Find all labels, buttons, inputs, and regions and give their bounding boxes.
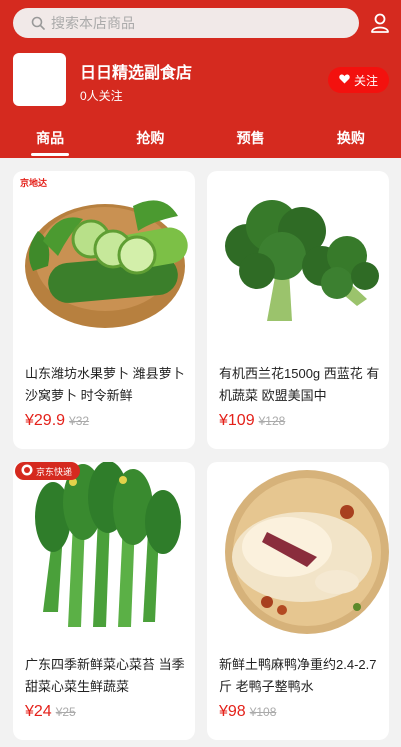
tab-products[interactable]: 商品 xyxy=(0,120,100,158)
product-image xyxy=(13,171,195,351)
product-card[interactable]: 新鲜土鸭麻鸭净重约2.4-2.7斤 老鸭子整鸭水 ¥98 ¥108 xyxy=(207,462,389,740)
tab-flash-sale[interactable]: 抢购 xyxy=(100,120,200,158)
delivery-badge: 京地达 xyxy=(20,178,48,188)
category-tabs: 商品 抢购 预售 换购 xyxy=(0,120,401,158)
store-name: 日日精选副食店 xyxy=(80,65,193,82)
delivery-badge: 京东快递 xyxy=(15,462,81,480)
product-card[interactable]: 有机西兰花1500g 西蓝花 有机蔬菜 欧盟美国中 ¥109 ¥128 xyxy=(207,171,389,449)
product-image xyxy=(13,462,195,642)
follower-count: 0人关注 xyxy=(80,89,123,103)
price-row: ¥98 ¥108 xyxy=(219,703,276,721)
tab-presale[interactable]: 预售 xyxy=(201,120,301,158)
search-placeholder: 搜索本店商品 xyxy=(51,15,135,31)
product-title: 新鲜土鸭麻鸭净重约2.4-2.7斤 老鸭子整鸭水 xyxy=(219,657,377,694)
product-title: 山东潍坊水果萝卜 潍县萝卜 沙窝萝卜 时令新鲜 xyxy=(25,366,185,403)
tab-trade-in[interactable]: 换购 xyxy=(301,120,401,158)
heart-icon xyxy=(339,73,350,87)
delivery-badge-label: 京东快递 xyxy=(36,466,73,477)
search-icon xyxy=(29,14,47,32)
product-price: ¥98 xyxy=(219,703,246,720)
product-price: ¥29.9 xyxy=(25,412,66,429)
follow-label: 关注 xyxy=(353,73,378,88)
search-bar[interactable]: 搜索本店商品 xyxy=(13,8,359,38)
price-row: ¥29.9 ¥32 xyxy=(25,412,89,430)
price-row: ¥24 ¥25 xyxy=(25,703,76,721)
original-price: ¥25 xyxy=(55,705,76,719)
product-image xyxy=(207,462,389,642)
original-price: ¥128 xyxy=(258,414,286,428)
product-price: ¥109 xyxy=(219,412,255,429)
product-image xyxy=(207,171,389,351)
product-card[interactable]: 京东快递 广东四季新鲜菜心菜苔 当季甜菜心菜生鲜蔬菜 ¥24 ¥25 xyxy=(13,462,195,740)
product-title: 广东四季新鲜菜心菜苔 当季甜菜心菜生鲜蔬菜 xyxy=(25,657,185,694)
original-price: ¥32 xyxy=(69,414,90,428)
product-title: 有机西兰花1500g 西蓝花 有机蔬菜 欧盟美国中 xyxy=(219,366,380,403)
jd-dog-icon xyxy=(21,464,33,478)
user-icon[interactable] xyxy=(369,12,391,34)
product-card[interactable]: 京地达 山东潍坊水果萝卜 潍县萝卜 沙窝萝卜 时令新鲜 ¥29.9 ¥32 xyxy=(13,171,195,449)
product-price: ¥24 xyxy=(25,703,52,720)
original-price: ¥108 xyxy=(249,705,277,719)
store-header: 搜索本店商品 日日精选副食店 0人关注 关注 商品 抢购 预售 换购 xyxy=(0,0,401,158)
store-logo xyxy=(13,53,66,106)
follow-button[interactable]: 关注 xyxy=(328,67,389,93)
price-row: ¥109 ¥128 xyxy=(219,412,285,430)
